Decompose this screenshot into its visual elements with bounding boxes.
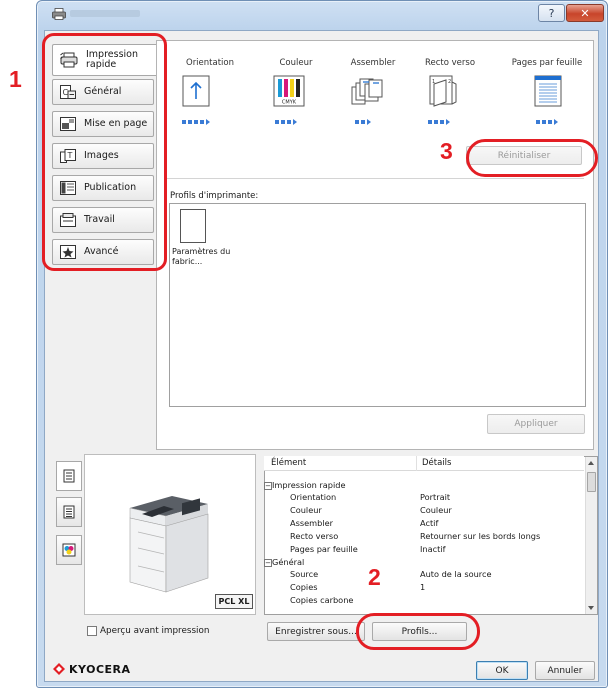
details-row[interactable]: Recto verso Retourner sur les bords longs [264,531,584,542]
callout-number-1: 1 [9,66,22,92]
details-item: Copies carbone [290,595,354,605]
column-label-orientation: Orientation [186,58,234,68]
details-value: Actif [420,518,439,528]
details-value: Inactif [420,544,446,554]
printer-app-icon [52,8,66,20]
profile-thumbnail[interactable] [180,209,206,243]
side-tab-document[interactable] [56,497,82,527]
callout-number-2: 2 [368,564,381,590]
profile-name[interactable]: Paramètres du fabric... [172,247,232,267]
kyocera-logo: KYOCERA [52,662,131,676]
pages-per-sheet-indicator [536,119,566,125]
help-button[interactable]: ? [538,4,565,22]
apply-button[interactable]: Appliquer [487,414,585,434]
color-palette-icon [62,543,76,557]
details-item: Assembler [290,518,334,528]
print-preview-checkbox[interactable] [87,626,97,636]
column-separator [416,456,417,471]
svg-text:2: 2 [448,79,451,85]
duplex-indicator [428,119,458,125]
details-item: Orientation [290,492,337,502]
collate-indicator [355,119,385,125]
details-item: Pages par feuille [290,544,358,554]
details-row[interactable]: Pages par feuille Inactif [264,544,584,555]
orientation-indicator [182,119,212,125]
callout-ring-profiles [356,613,480,650]
orientation-portrait-icon[interactable] [182,75,210,107]
details-value: Portrait [420,492,451,502]
callout-ring-reset [466,139,598,177]
duplex-icon[interactable]: 1 2 [428,74,458,108]
column-header-item[interactable]: Élément [271,458,306,468]
column-label-duplex: Recto verso [424,58,476,68]
panel-divider [166,178,584,179]
color-cmyk-icon[interactable]: CMYK [273,75,305,107]
callout-number-3: 3 [440,138,453,164]
column-header-details[interactable]: Détails [422,458,451,468]
details-row[interactable]: Copies 1 [264,582,584,593]
printer-device-image [129,496,209,593]
details-row[interactable]: Copies carbone [264,595,584,606]
window-title [70,10,140,17]
details-value: Auto de la source [420,569,492,579]
printer-profiles-label: Profils d'imprimante: [170,191,259,201]
column-label-collate: Assembler [350,58,396,68]
details-header: Élément Détails [264,456,584,471]
details-item: Recto verso [290,531,339,541]
print-preview-label[interactable]: Aperçu avant impression [100,626,209,636]
kyocera-logo-text: KYOCERA [69,662,131,676]
kyocera-logo-mark-icon [53,663,65,675]
cmyk-text: CMYK [282,100,297,106]
column-label-color: Couleur [279,58,313,68]
close-button[interactable]: ✕ [566,4,604,22]
column-label-pages-per-sheet: Pages par feuille [511,58,583,68]
side-tab-color[interactable] [56,535,82,565]
details-value: Couleur [420,505,452,515]
details-item: Général [272,557,305,567]
color-indicator [275,119,305,125]
pages-per-sheet-icon[interactable] [534,75,562,107]
details-row[interactable]: Assembler Actif [264,518,584,529]
document-icon [63,505,75,519]
collapse-icon[interactable]: − [264,482,272,490]
ok-button[interactable]: OK [476,661,528,680]
scroll-up-icon[interactable] [588,461,594,465]
save-as-button[interactable]: Enregistrer sous... [267,622,365,641]
details-item: Source [290,569,319,579]
details-group-row[interactable]: − Impression rapide [264,480,584,491]
details-value: Retourner sur les bords longs [420,531,541,541]
side-tab-printer[interactable] [56,461,82,491]
details-item: Copies [290,582,318,592]
printer-profiles-list[interactable] [169,203,586,407]
printer-small-icon [63,469,75,483]
collate-icon[interactable] [348,74,384,108]
details-item: Couleur [290,505,322,515]
scroll-down-icon[interactable] [588,606,594,610]
details-group-row[interactable]: − Général [264,557,584,568]
collapse-icon[interactable]: − [264,559,272,567]
details-value: 1 [420,582,426,592]
svg-text:1: 1 [432,79,435,85]
cancel-button[interactable]: Annuler [535,661,595,680]
details-row[interactable]: Source Auto de la source [264,569,584,580]
details-row[interactable]: Orientation Portrait [264,492,584,503]
details-item: Impression rapide [272,480,346,490]
pdl-badge: PCL XL [215,594,253,609]
scroll-thumb[interactable] [587,472,596,492]
callout-ring-tabs [42,33,167,271]
details-row[interactable]: Couleur Couleur [264,505,584,516]
details-scrollbar[interactable] [585,457,597,614]
